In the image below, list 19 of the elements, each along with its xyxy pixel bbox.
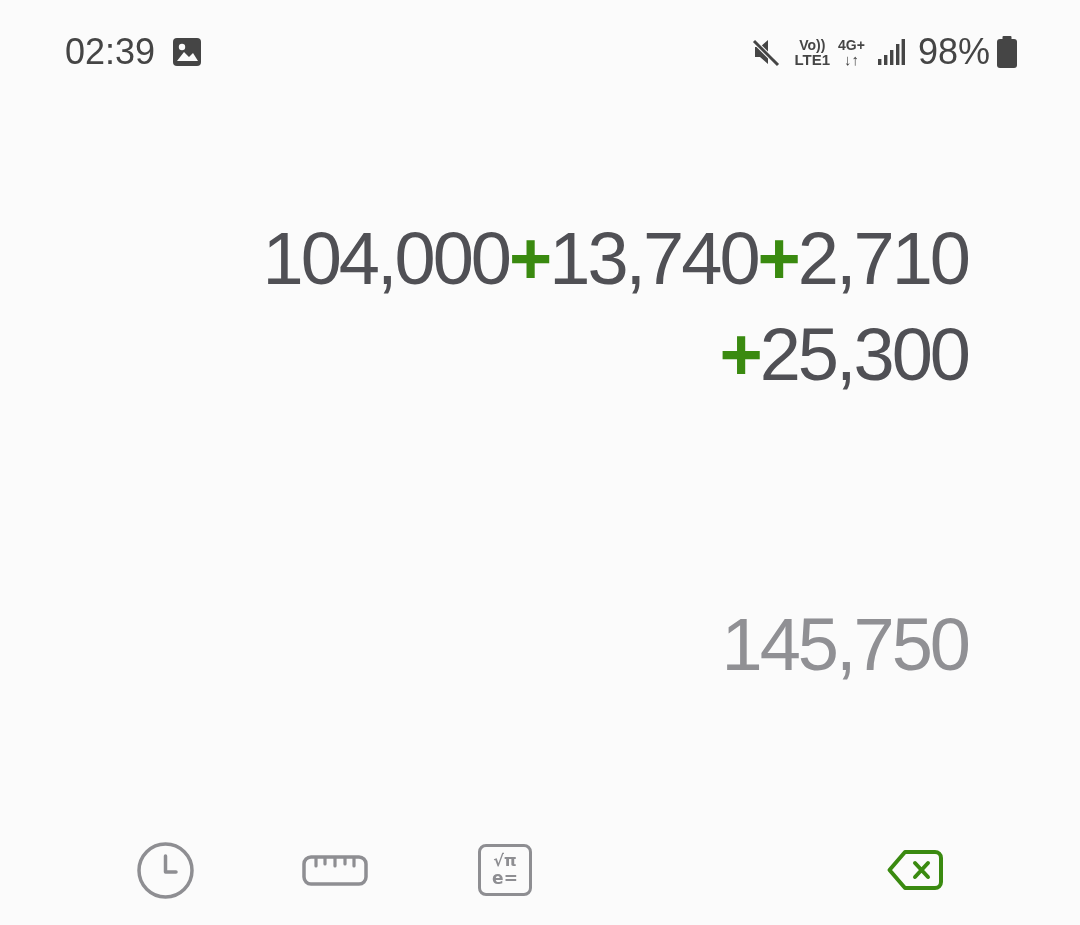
backspace-icon <box>886 849 944 891</box>
battery-percentage: 98% <box>917 34 990 70</box>
history-button[interactable] <box>136 841 194 899</box>
data-activity-indicator: ↓↑ <box>844 51 859 67</box>
signal-icon <box>876 38 905 66</box>
unit-converter-button[interactable] <box>302 854 368 886</box>
expression-line: 104,000+13,740+2,710 <box>262 216 968 302</box>
expression-line: +25,300 <box>719 312 968 398</box>
clock-time: 02:39 <box>65 34 156 70</box>
image-icon <box>172 37 203 67</box>
scientific-mode-button[interactable]: √π e= <box>478 844 532 896</box>
volte-indicator: Vo)) <box>799 37 826 52</box>
ruler-icon <box>302 854 368 886</box>
network-type-indicator: 4G+ <box>838 37 865 52</box>
backspace-button[interactable] <box>886 849 944 891</box>
clock-icon <box>136 841 194 899</box>
result-preview: 145,750 <box>721 602 968 688</box>
battery-icon <box>996 36 1018 68</box>
mute-icon <box>750 37 781 67</box>
